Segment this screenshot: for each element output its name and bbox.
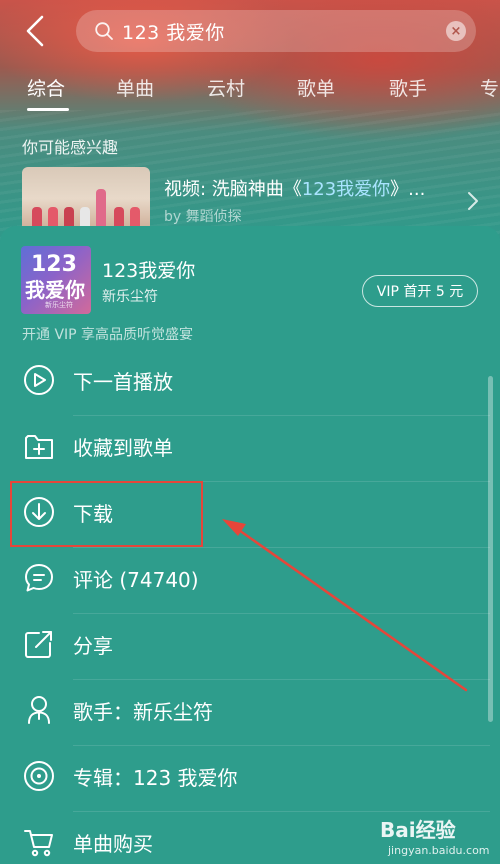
watermark-url: jingyan.baidu.com bbox=[388, 844, 490, 857]
watermark-logo: Bai经验 bbox=[380, 818, 456, 842]
menu-item-comment[interactable]: 评论 (74740) bbox=[0, 548, 500, 614]
search-input[interactable]: 123 我爱你 × bbox=[76, 10, 476, 52]
chevron-right-icon[interactable] bbox=[466, 190, 480, 212]
vip-button[interactable]: VIP 首开 5 元 bbox=[362, 275, 478, 307]
menu-label-play-next: 下一首播放 bbox=[73, 370, 173, 394]
tab-云村[interactable]: 云村 bbox=[207, 74, 245, 101]
add-to-playlist-icon bbox=[25, 435, 53, 459]
cover-text-title: 我爱你 bbox=[25, 278, 85, 302]
song-title: 123我爱你 bbox=[102, 260, 196, 282]
menu-label-share: 分享 bbox=[73, 634, 113, 658]
menu-item-play-next[interactable]: 下一首播放 bbox=[0, 350, 500, 416]
back-button[interactable] bbox=[18, 12, 52, 50]
menu-label-add-to-playlist: 收藏到歌单 bbox=[73, 436, 173, 460]
comment-icon bbox=[25, 564, 53, 592]
share-icon bbox=[25, 631, 52, 658]
scrollbar[interactable] bbox=[488, 376, 493, 722]
menu-item-singer[interactable]: 歌手：新乐尘符 bbox=[0, 680, 500, 746]
video-title-highlight: 123我爱你 bbox=[301, 179, 391, 200]
menu-label-album: 专辑：123 我爱你 bbox=[73, 766, 238, 790]
play-next-icon bbox=[24, 365, 54, 395]
search-query: 123 我爱你 bbox=[122, 21, 225, 44]
tab-歌手[interactable]: 歌手 bbox=[389, 74, 427, 101]
search-tabs: 综合 单曲 云村 歌单 歌手 专 bbox=[0, 66, 500, 110]
cart-icon bbox=[24, 830, 53, 857]
cover-text-artist: 新乐尘符 bbox=[45, 301, 73, 309]
menu-label-buy-single: 单曲购买 bbox=[73, 832, 153, 856]
clear-search-icon[interactable]: × bbox=[446, 21, 466, 41]
vip-hint: 开通 VIP 享高品质听觉盛宴 bbox=[22, 327, 194, 343]
tab-专辑[interactable]: 专 bbox=[480, 74, 499, 101]
tab-歌单[interactable]: 歌单 bbox=[297, 74, 335, 101]
download-highlight-box bbox=[10, 481, 203, 547]
menu-label-singer: 歌手：新乐尘符 bbox=[73, 700, 213, 724]
menu-item-share[interactable]: 分享 bbox=[0, 614, 500, 680]
recommend-section-title: 你可能感兴趣 bbox=[22, 138, 119, 157]
baidu-jingyan-watermark: Bai经验 jingyan.baidu.com bbox=[380, 806, 495, 862]
menu-item-add-to-playlist[interactable]: 收藏到歌单 bbox=[0, 416, 500, 482]
menu-item-album[interactable]: 专辑：123 我爱你 bbox=[0, 746, 500, 812]
video-title-prefix: 视频: 洗脑神曲《 bbox=[164, 179, 302, 200]
active-tab-indicator bbox=[27, 108, 69, 111]
tab-综合[interactable]: 综合 bbox=[27, 74, 65, 101]
singer-icon bbox=[28, 696, 50, 724]
video-title[interactable]: 视频: 洗脑神曲《123我爱你》... bbox=[164, 175, 425, 201]
album-icon bbox=[24, 761, 54, 791]
video-author: by 舞蹈侦探 bbox=[164, 209, 242, 225]
album-cover: 123 我爱你 新乐尘符 bbox=[21, 246, 91, 314]
tab-单曲[interactable]: 单曲 bbox=[116, 74, 154, 101]
menu-label-comment: 评论 (74740) bbox=[73, 568, 199, 592]
video-title-suffix: 》... bbox=[390, 179, 426, 200]
back-arrow-icon bbox=[26, 15, 44, 47]
song-artist: 新乐尘符 bbox=[102, 289, 158, 305]
search-icon bbox=[95, 22, 113, 40]
